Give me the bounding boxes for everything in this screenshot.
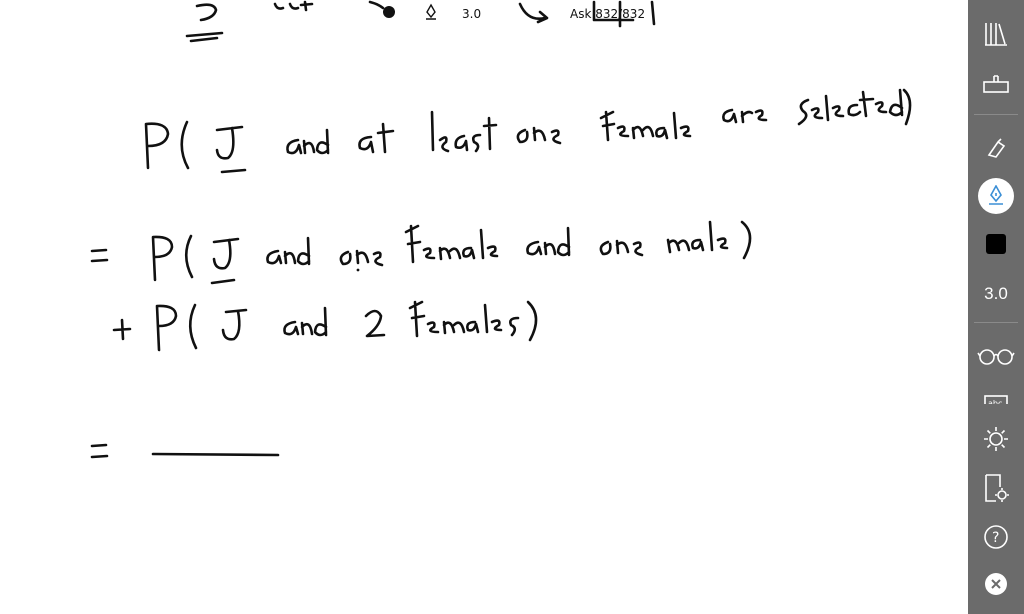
text-recognition-button[interactable]: abc — [968, 386, 1024, 404]
close-icon — [985, 573, 1007, 595]
tool-sidebar: 3.0 abc ? — [968, 0, 1024, 614]
abc-icon: abc — [984, 395, 1008, 404]
line1-handwriting — [144, 88, 912, 174]
clipped-digit-3 — [185, 3, 224, 43]
top-pen-size: 3.0 — [462, 7, 481, 21]
library-icon — [985, 23, 1007, 46]
whiteboard-canvas[interactable]: 3.0 Ask 832/832 — [0, 0, 968, 614]
view-button[interactable] — [968, 334, 1024, 378]
line4-handwriting — [90, 443, 280, 459]
pen-icon — [989, 185, 1003, 205]
line3-handwriting — [112, 300, 538, 352]
pen-size-value: 3.0 — [984, 284, 1008, 303]
help-icon: ? — [984, 525, 1008, 549]
ruler-icon — [983, 75, 1009, 93]
arrow-mark — [518, 2, 549, 24]
svg-text:abc: abc — [988, 399, 1002, 404]
pen-cursor-icon — [426, 3, 436, 20]
color-swatch — [986, 234, 1006, 254]
eraser-icon — [987, 138, 1006, 158]
settings-button[interactable] — [968, 417, 1024, 461]
close-button[interactable] — [968, 562, 1024, 606]
page-settings-icon — [985, 474, 1009, 502]
line2-handwriting — [90, 220, 752, 285]
glasses-icon — [977, 349, 1015, 365]
gear-icon — [984, 427, 1008, 451]
page-counter: Ask 832/832 — [570, 7, 645, 21]
svg-text:?: ? — [992, 530, 999, 546]
help-button[interactable]: ? — [968, 515, 1024, 559]
eraser-button[interactable] — [968, 126, 1024, 170]
library-button[interactable] — [968, 12, 1024, 56]
answer-blank-line — [151, 452, 280, 457]
handwriting-layer: 3.0 Ask 832/832 — [90, 0, 912, 459]
ruler-button[interactable] — [968, 62, 1024, 106]
page-settings-button[interactable] — [968, 466, 1024, 510]
color-button[interactable] — [968, 222, 1024, 266]
clipped-word-out — [273, 0, 314, 12]
pen-size-button[interactable]: 3.0 — [968, 272, 1024, 316]
pen-position-dot — [383, 6, 395, 18]
pen-button[interactable] — [978, 178, 1014, 214]
